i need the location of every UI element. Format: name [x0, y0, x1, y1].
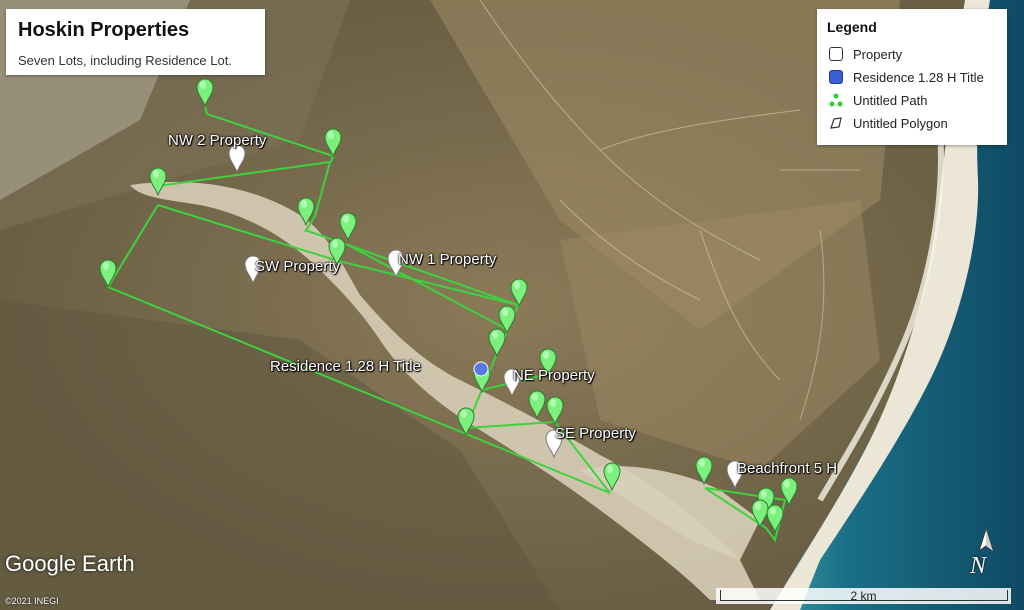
legend-label: Property — [853, 46, 903, 62]
north-compass[interactable]: N — [968, 525, 1002, 585]
blue-square-icon — [829, 70, 843, 84]
polygon-icon — [829, 116, 843, 130]
scale-label: 2 km — [850, 589, 877, 603]
legend-item-residence[interactable]: Residence 1.28 H Title — [829, 68, 984, 86]
green-path-icon — [829, 93, 843, 107]
white-square-icon — [829, 47, 843, 61]
legend-heading: Legend — [827, 19, 877, 35]
compass-label: N — [970, 553, 987, 579]
google-earth-logo: Google Earth — [5, 551, 135, 576]
legend-item-property[interactable]: Property — [829, 45, 902, 63]
legend-item-polygon[interactable]: Untitled Polygon — [829, 114, 948, 132]
legend-label: Untitled Path — [853, 92, 928, 108]
label-se-property[interactable]: SE Property — [555, 425, 636, 442]
legend-item-path[interactable]: Untitled Path — [829, 91, 927, 109]
label-ne-property[interactable]: NE Property — [513, 367, 595, 384]
label-beachfront[interactable]: Beachfront 5 H — [737, 460, 837, 477]
residence-marker[interactable] — [473, 361, 489, 377]
label-sw-property[interactable]: SW Property — [255, 258, 340, 275]
map-title: Hoskin Properties — [18, 19, 190, 41]
copyright-text: ©2021 INEGI — [5, 596, 59, 606]
title-panel: Hoskin Properties Seven Lots, including … — [6, 9, 265, 75]
label-nw1-property[interactable]: NW 1 Property — [398, 251, 496, 268]
legend-label: Residence 1.28 H Title — [853, 69, 984, 85]
scale-bar: 2 km — [716, 588, 1011, 604]
label-residence[interactable]: Residence 1.28 H Title — [270, 358, 421, 375]
legend-label: Untitled Polygon — [853, 115, 948, 131]
map-subtitle: Seven Lots, including Residence Lot. — [18, 53, 232, 68]
legend-panel: Legend Property Residence 1.28 H Title U… — [817, 9, 1007, 145]
label-nw2-property[interactable]: NW 2 Property — [168, 132, 266, 149]
